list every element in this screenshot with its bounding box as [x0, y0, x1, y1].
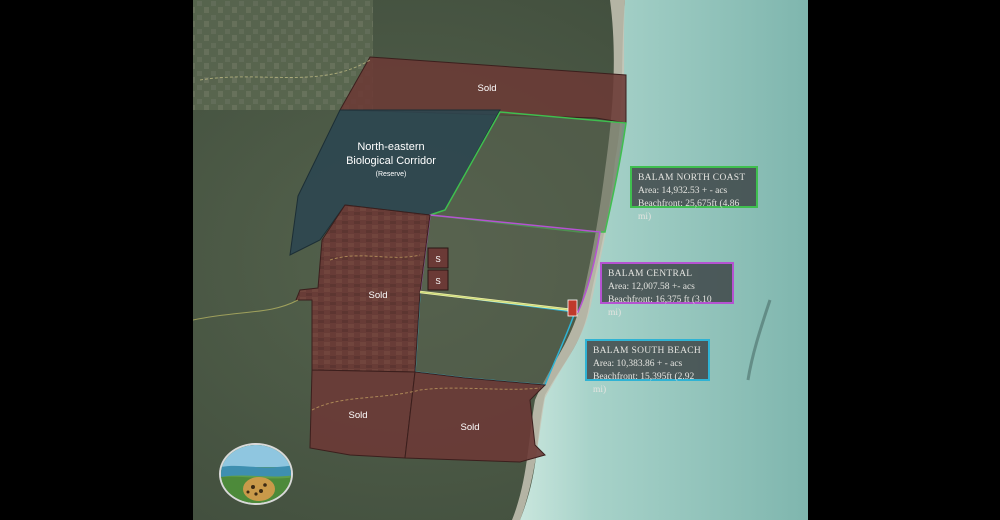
info-box-balam-central[interactable]: BALAM CENTRAL Area: 12,007.58 +- acs Bea… — [600, 262, 734, 318]
label-sold-top: Sold — [477, 83, 496, 94]
label-corridor-line1: North-eastern — [357, 141, 424, 153]
info-area: Area: 14,932.53 + - acs — [638, 186, 728, 196]
info-title: BALAM NORTH COAST — [638, 173, 746, 183]
label-sold-bottom-right: Sold — [460, 422, 479, 433]
satellite-map[interactable]: Sold North-eastern Biological Corridor (… — [193, 0, 808, 520]
info-area: Area: 12,007.58 +- acs — [608, 282, 695, 292]
farmland-area — [193, 0, 373, 110]
info-title: BALAM CENTRAL — [608, 269, 693, 279]
parcel-sold-bottom-right — [404, 371, 547, 463]
info-title: BALAM SOUTH BEACH — [593, 346, 702, 356]
jaguar-logo-icon — [219, 443, 293, 505]
info-beachfront: Beachfront: 16,375 ft (3.10 mi) — [608, 295, 712, 318]
letterbox-right — [808, 0, 1000, 520]
info-area: Area: 10,383.86 + - acs — [593, 359, 683, 369]
label-sold-middle: Sold — [368, 290, 387, 301]
info-box-balam-south-beach[interactable]: BALAM SOUTH BEACH Area: 10,383.86 + - ac… — [585, 339, 710, 395]
label-s-upper: S — [435, 255, 440, 264]
info-beachfront: Beachfront: 15,395ft (2.92 mi) — [593, 372, 695, 395]
info-box-balam-north-coast[interactable]: BALAM NORTH COAST Area: 14,932.53 + - ac… — [630, 166, 758, 222]
coast-marker-icon — [567, 299, 578, 317]
info-beachfront: Beachfront: 25,675ft (4.86 mi) — [638, 199, 740, 222]
label-sold-bottom-left: Sold — [348, 410, 367, 421]
label-s-lower: S — [435, 277, 440, 286]
letterbox-left — [0, 0, 193, 520]
label-corridor-line2: Biological Corridor — [346, 155, 436, 167]
label-corridor-line3: (Reserve) — [376, 171, 407, 178]
